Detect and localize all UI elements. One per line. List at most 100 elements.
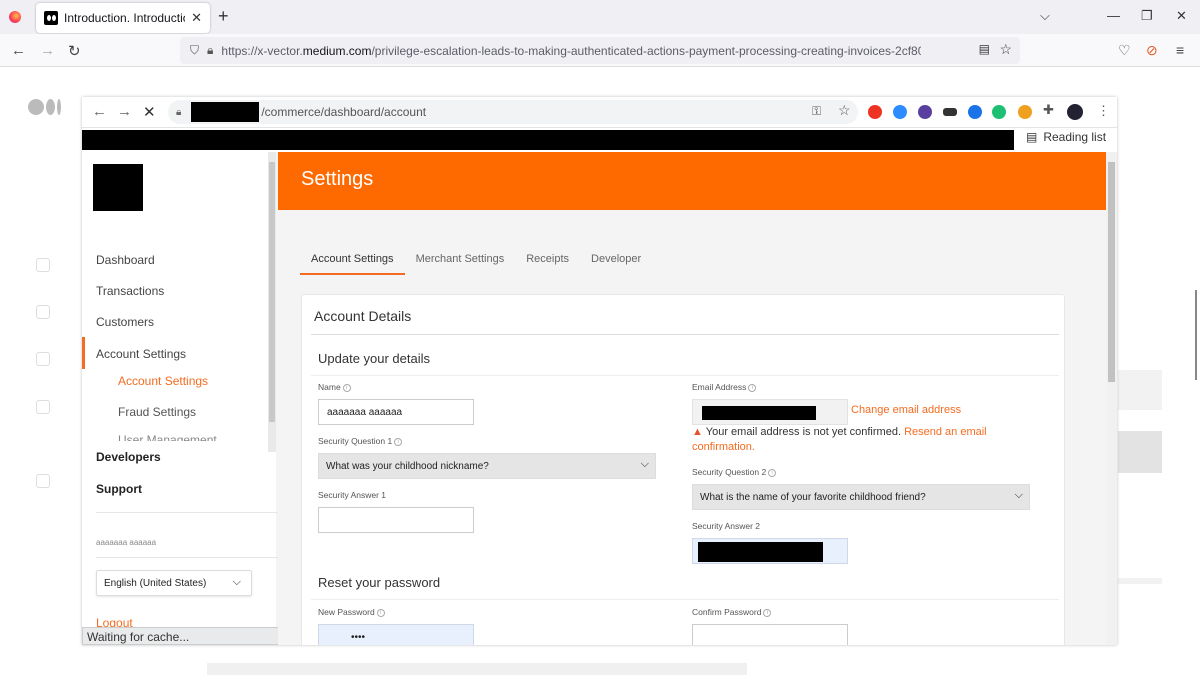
extension-icon[interactable]: ⊘ — [1146, 42, 1158, 59]
lock-icon[interactable]: 🔒︎ — [207, 43, 213, 58]
status-bar: Waiting for cache... — [82, 627, 292, 645]
settings-banner: Settings — [278, 152, 1106, 210]
chevron-down-icon: ⌵ — [640, 458, 649, 470]
sidebar: Dashboard Transactions Customers Account… — [82, 152, 286, 645]
forward-icon[interactable]: → — [40, 42, 55, 59]
key-icon: ⚿ — [812, 104, 822, 118]
tab-title: Introduction. Introduction | by X — [64, 11, 185, 25]
section-divider — [311, 375, 1059, 376]
tab-account-settings: Account Settings — [300, 253, 405, 275]
new-password-label: New Password i — [318, 607, 385, 617]
home-icon[interactable] — [36, 258, 50, 272]
menu-icon[interactable]: ≡ — [1176, 42, 1184, 58]
article-screenshot: ← → ✕ 🔒︎ /commerce/dashboard/account ⚿ ☆… — [82, 97, 1117, 645]
tab-active[interactable]: Introduction. Introduction | by X ✕ — [36, 3, 210, 33]
sidebar-username: aaaaaaa aaaaaa — [96, 538, 157, 547]
write-icon[interactable] — [36, 474, 50, 488]
info-icon: i — [394, 437, 403, 446]
close-tab-icon[interactable]: ✕ — [191, 10, 202, 26]
restore-icon[interactable]: ❐ — [1141, 8, 1153, 24]
sidebar-subitem-fraud-settings: Fraud Settings — [118, 405, 197, 419]
redacted-answer — [698, 542, 823, 562]
chevron-down-icon: ⌵ — [1014, 489, 1023, 501]
security-question-1-select: What was your childhood nickname? ⌵ — [318, 453, 656, 479]
stories-icon[interactable] — [36, 400, 50, 414]
sidebar-subitem-account-settings: Account Settings — [118, 374, 209, 388]
email-label: Email Address i — [692, 382, 757, 392]
ext-blue-icon — [968, 105, 982, 119]
bookmarks-bar: ▤ Reading list — [82, 128, 1117, 150]
security-question-1-label: Security Question 1i — [318, 436, 403, 446]
url-bar[interactable]: ⛉ 🔒︎ https://x-vector.medium.com/privile… — [180, 37, 1020, 64]
account-details-card: Account Details Update your details Name… — [301, 294, 1065, 645]
reload-icon[interactable]: ↻ — [68, 42, 81, 60]
minimize-icon[interactable]: — — [1107, 8, 1120, 23]
change-email-link: Change email address — [851, 404, 962, 416]
chrome-back-icon: ← — [92, 103, 107, 120]
info-icon: i — [763, 608, 772, 617]
bg-widget — [1118, 370, 1162, 410]
puzzle-icon: ✚ — [1043, 102, 1054, 117]
sidebar-item-account-settings: Account Settings — [96, 347, 187, 361]
close-window-icon[interactable]: ✕ — [1176, 8, 1187, 24]
url-text[interactable]: https://x-vector.medium.com/privilege-es… — [221, 44, 921, 58]
shield-icon[interactable]: ⛉ — [190, 43, 199, 58]
name-field: aaaaaaa aaaaaa — [318, 399, 474, 425]
medium-favicon-icon — [44, 11, 58, 25]
main-scrollbar — [1106, 152, 1117, 645]
profile-avatar — [1067, 104, 1083, 120]
warning-icon: ▲ — [692, 426, 703, 438]
chevron-down-icon: ⌵ — [232, 576, 241, 588]
page-scrollbar[interactable] — [1195, 290, 1197, 380]
chrome-omnibox: 🔒︎ /commerce/dashboard/account — [168, 100, 858, 124]
security-answer-2-label: Security Answer 2 — [692, 521, 761, 531]
chrome-toolbar: ← → ✕ 🔒︎ /commerce/dashboard/account ⚿ ☆… — [82, 97, 1117, 128]
tab-list-chevron-icon[interactable]: ⌵ — [1040, 8, 1050, 24]
section-divider — [311, 599, 1059, 600]
navigation-toolbar: ← → ↻ ⛉ 🔒︎ https://x-vector.medium.com/p… — [0, 34, 1200, 67]
reading-list: ▤ Reading list — [1026, 130, 1107, 144]
redacted-bookmarks — [82, 130, 1014, 150]
sidebar-divider — [96, 512, 286, 513]
firefox-logo-icon — [9, 11, 21, 23]
card-divider — [311, 334, 1059, 335]
main-content: Settings Account Settings Merchant Setti… — [278, 152, 1106, 645]
new-tab-icon[interactable]: + — [218, 6, 229, 27]
bg-bottom-bar — [207, 663, 747, 675]
redacted-logo — [93, 164, 143, 211]
email-field — [692, 399, 848, 425]
chrome-star-icon: ☆ — [838, 102, 851, 118]
info-icon: i — [748, 383, 757, 392]
cookie-ext-icon — [1018, 105, 1032, 119]
reader-view-icon[interactable]: ▤ — [979, 42, 990, 56]
bookmark-star-icon[interactable]: ☆ — [999, 41, 1012, 58]
tab-merchant-settings: Merchant Settings — [415, 253, 505, 265]
chrome-forward-icon: → — [117, 103, 132, 120]
sidebar-subitem-user-management: User Management — [118, 433, 217, 441]
grammarly-ext-icon — [992, 105, 1006, 119]
tab-receipts: Receipts — [526, 253, 570, 265]
lists-icon[interactable] — [36, 352, 50, 366]
sidebar-item-customers: Customers — [96, 315, 155, 329]
back-icon[interactable]: ← — [11, 42, 26, 59]
dashboard-page: Dashboard Transactions Customers Account… — [82, 152, 1117, 645]
sidebar-item-transactions: Transactions — [96, 284, 165, 298]
security-answer-2-field — [692, 538, 848, 564]
chrome-stop-icon: ✕ — [143, 104, 156, 121]
opera-ext-icon — [868, 105, 882, 119]
medium-logo-icon[interactable] — [28, 99, 61, 115]
sidebar-item-dashboard: Dashboard — [96, 253, 155, 267]
sidebar-active-indicator — [82, 337, 85, 369]
tab-bar: Introduction. Introduction | by X ✕ + ⌵ … — [0, 0, 1200, 34]
security-answer-1-label: Security Answer 1 — [318, 490, 387, 500]
pocket-icon[interactable]: ♡ — [1118, 42, 1131, 59]
info-icon: i — [768, 468, 777, 477]
bg-button — [1118, 431, 1162, 473]
sidebar-item-support: Support — [96, 482, 142, 496]
redacted-domain — [191, 102, 260, 122]
notifications-icon[interactable] — [36, 305, 50, 319]
info-icon: i — [342, 383, 351, 392]
security-answer-1-field — [318, 507, 474, 533]
reading-list-icon: ▤ — [1026, 130, 1038, 144]
info-icon: i — [376, 608, 385, 617]
